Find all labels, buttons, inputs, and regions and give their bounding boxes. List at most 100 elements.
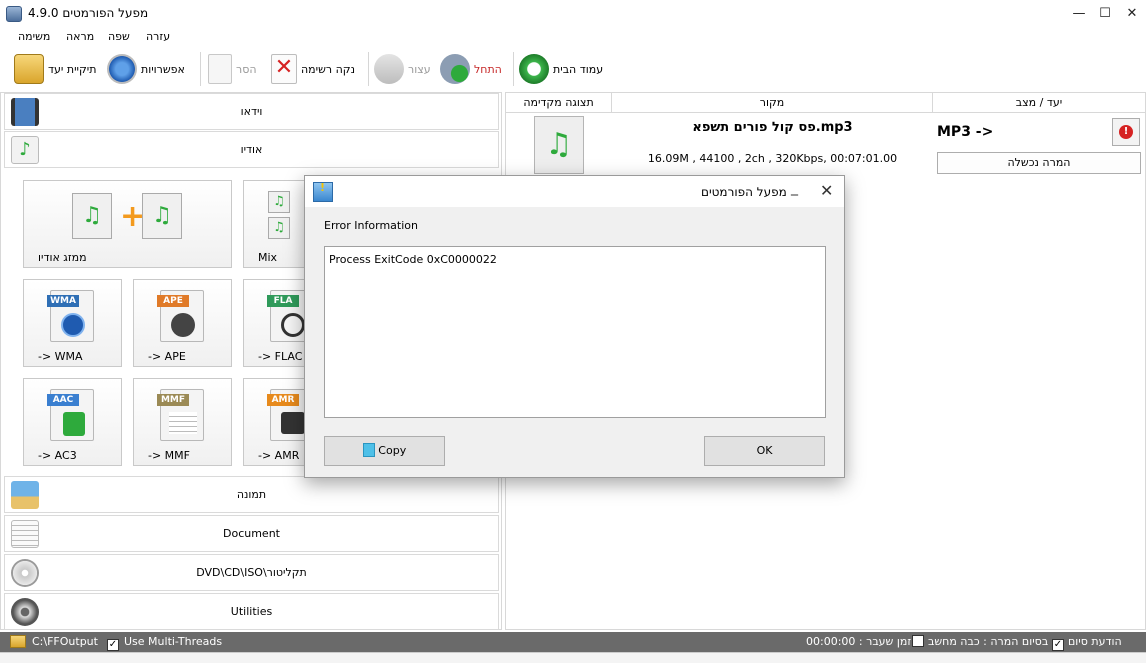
ape-badge: APE [157, 295, 189, 307]
convert-flac-label: -> FLAC [258, 350, 303, 363]
start-label: התחל [474, 62, 502, 76]
category-utilities[interactable]: Utilities [4, 593, 499, 630]
error-dialog: ! מפעל הפורמטים _ ✕ Error Information Pr… [304, 175, 845, 478]
film-reel-icon [11, 598, 39, 626]
document-lines-icon [169, 412, 197, 434]
close-button[interactable]: ✕ [1121, 4, 1143, 24]
document-icon [11, 520, 39, 548]
output-path[interactable]: C:\FFOutput [32, 635, 98, 648]
stop-button[interactable]: עצור [374, 52, 431, 86]
headphones-icon [281, 313, 305, 337]
mmf-file-icon: MMF [157, 389, 204, 441]
options-label: אפשרויות [141, 62, 185, 76]
music-file-icon: ♫ [142, 193, 182, 239]
dialog-minimize-button[interactable]: _ [791, 180, 798, 196]
options-button[interactable]: אפשרויות [107, 52, 185, 86]
convert-wma-tile[interactable]: WMA -> WMA [23, 279, 122, 367]
clear-list-button[interactable]: ✕ נקה רשימה [271, 52, 355, 86]
convert-ac3-tile[interactable]: AAC -> AC3 [23, 378, 122, 466]
stop-label: עצור [408, 62, 431, 76]
clear-list-label: נקה רשימה [301, 62, 356, 76]
maximize-button[interactable]: ☐ [1094, 4, 1116, 24]
disc-icon [11, 559, 39, 587]
audio-merger-tile[interactable]: ♫ + ♫ ממזג אודיו [23, 180, 232, 268]
remove-button[interactable]: הסר [208, 52, 257, 86]
menu-language[interactable]: שפה [108, 30, 130, 43]
convert-amr-label: -> AMR [258, 449, 300, 462]
title-bar: מפעל הפורמטים 4.9.0 — ☐ ✕ [0, 0, 1146, 28]
ape-file-icon: APE [157, 290, 204, 342]
audio-mix-label: Mix [258, 251, 278, 264]
menu-bar: משימה מראה שפה עזרה [0, 28, 1146, 46]
menu-help[interactable]: עזרה [146, 30, 170, 43]
checkbox-unchecked-icon [912, 635, 924, 647]
taskbar-strip [0, 652, 1146, 663]
start-icon [440, 54, 470, 84]
error-icon: ! [1119, 125, 1133, 139]
warning-icon: ! [320, 181, 326, 194]
music-file-icon: ♫ [268, 217, 290, 239]
clear-list-icon: ✕ [271, 54, 297, 84]
notify-label: הודעת סיום [1068, 635, 1122, 648]
remove-file-icon [208, 54, 232, 84]
menu-view[interactable]: מראה [66, 30, 94, 43]
copy-button[interactable]: Copy [324, 436, 445, 466]
column-header-preview[interactable]: תצוגה מקדימה [506, 93, 612, 113]
start-button[interactable]: התחל [440, 52, 502, 86]
elapsed-time: זמן שעבר : 00:00:00 [806, 635, 912, 648]
speaker-icon [63, 412, 85, 436]
column-header-source[interactable]: מקור [612, 93, 933, 113]
convert-ape-tile[interactable]: APE -> APE [133, 279, 232, 367]
task-filename: פס קול פורים תשפא.mp3 [692, 120, 853, 135]
convert-mmf-label: -> MMF [148, 449, 190, 462]
minimize-button[interactable]: — [1068, 4, 1090, 24]
convert-mmf-tile[interactable]: MMF -> MMF [133, 378, 232, 466]
shutdown-label: בסיום המרה : כבה מחשב [928, 635, 1049, 648]
category-picture-label: תמונה [236, 488, 267, 501]
output-folder-button[interactable]: תיקיית יעד [14, 52, 97, 86]
error-info-button[interactable]: ! [1112, 118, 1140, 146]
category-rom[interactable]: DVD\CD\ISO\תקליטור [4, 554, 499, 591]
status-bar: C:\FFOutput ✓ Use Multi-Threads זמן שעבר… [0, 632, 1146, 652]
folder-icon[interactable] [10, 635, 26, 648]
menu-task[interactable]: משימה [18, 30, 50, 43]
aac-badge: AAC [47, 394, 79, 406]
music-file-icon: ♫ [268, 191, 290, 213]
category-rom-label: DVD\CD\ISO\תקליטור [196, 566, 307, 579]
audio-merger-label: ממזג אודיו [38, 251, 87, 264]
shutdown-checkbox[interactable] [912, 635, 924, 648]
task-target-format: MP3 -> [937, 124, 994, 140]
column-header-output[interactable]: יעד / מצב [933, 93, 1145, 113]
copy-icon [362, 443, 375, 457]
category-audio-label: אודיו [240, 143, 263, 156]
error-message-box[interactable]: Process ExitCode 0xC0000022 [324, 246, 826, 418]
category-document-label: Document [223, 527, 280, 540]
category-picture[interactable]: תמונה [4, 476, 499, 513]
app-warning-icon: ! [313, 181, 333, 202]
category-video[interactable]: וידאו [4, 93, 499, 130]
picture-icon [11, 481, 39, 509]
music-file-icon: ♫ [72, 193, 112, 239]
globe-search-icon [519, 54, 549, 84]
toolbar-separator [513, 52, 514, 86]
folder-icon [14, 54, 44, 84]
category-document[interactable]: Document [4, 515, 499, 552]
dialog-close-button[interactable]: ✕ [820, 181, 833, 200]
music-file-icon: ♫ [534, 116, 584, 174]
headphones-icon [171, 313, 195, 337]
multithread-checkbox[interactable]: ✓ [107, 635, 119, 651]
category-audio[interactable]: ♪ אודיו [4, 131, 499, 168]
mmf-badge: MMF [157, 394, 189, 406]
task-status[interactable]: המרה נכשלה [937, 152, 1141, 174]
category-utilities-label: Utilities [230, 605, 273, 618]
ok-button[interactable]: OK [704, 436, 825, 466]
notify-checkbox[interactable]: ✓ [1052, 635, 1064, 651]
film-icon [11, 98, 39, 126]
fla-badge: FLA [267, 295, 299, 307]
task-details: 16.09M , 44100 , 2ch , 320Kbps, 00:07:01… [647, 152, 898, 165]
task-row[interactable]: ♫ פס קול פורים תשפא.mp3 16.09M , 44100 ,… [506, 114, 1145, 178]
gear-icon [107, 54, 137, 84]
play-icon [61, 313, 85, 337]
home-button[interactable]: עמוד הבית [519, 52, 603, 86]
copy-button-label: Copy [378, 444, 407, 457]
